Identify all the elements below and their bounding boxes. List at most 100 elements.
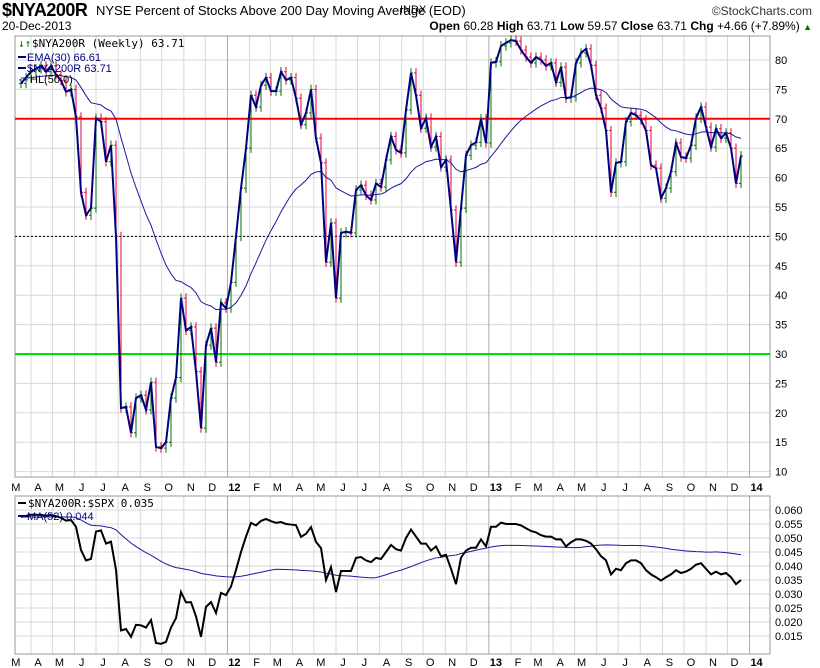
legend-ma-swatch <box>18 515 26 517</box>
x-tick-label: S <box>144 657 151 668</box>
y-tick-label: 15 <box>775 437 787 449</box>
price-line <box>20 38 742 450</box>
ratio-x-ticks: M A M J J A S O N D 12 F M A M J J A S O N D 13 F M A M J J A S O N D 14 <box>11 657 763 668</box>
x-tick-label: O <box>426 482 435 494</box>
x-tick-label: S <box>405 482 412 494</box>
x-tick-label: D <box>470 657 478 668</box>
legend-price: $NYA200R (Weekly) 63.71 <box>32 37 184 50</box>
x-tick-label: A <box>34 657 42 668</box>
x-tick-label: N <box>709 657 717 668</box>
x-tick-label: O <box>164 482 173 494</box>
x-tick-label: D <box>208 657 216 668</box>
x-tick-label: N <box>187 657 195 668</box>
x-tick-label: D <box>730 657 738 668</box>
x-tick-label: M <box>533 482 542 494</box>
x-tick-label: D <box>470 482 478 494</box>
x-tick-label: S <box>666 657 673 668</box>
x-tick-label: D <box>730 482 738 494</box>
x-tick-label: S <box>405 657 412 668</box>
x-tick-label: M <box>316 482 325 494</box>
x-tick-label: M <box>11 482 20 494</box>
x-tick-label: M <box>55 657 64 668</box>
x-tick-label: 13 <box>490 482 502 494</box>
x-tick-label: N <box>448 657 456 668</box>
y-tick-label: 0.055 <box>775 519 803 531</box>
y-tick-label: 30 <box>775 349 787 361</box>
x-tick-label: A <box>644 482 652 494</box>
x-tick-label: J <box>601 482 607 494</box>
x-tick-label: N <box>187 482 195 494</box>
x-tick-label: J <box>601 657 607 668</box>
main-grid <box>15 36 770 477</box>
x-tick-label: O <box>164 657 173 668</box>
x-tick-label: J <box>100 657 106 668</box>
x-tick-label: N <box>448 482 456 494</box>
y-tick-label: 0.045 <box>775 547 803 559</box>
x-tick-label: D <box>208 482 216 494</box>
x-tick-label: M <box>577 657 586 668</box>
x-tick-label: F <box>515 482 522 494</box>
x-tick-label: J <box>362 482 368 494</box>
y-tick-label: 55 <box>775 202 787 214</box>
y-tick-label: 0.020 <box>775 617 803 629</box>
y-tick-label: 0.030 <box>775 589 803 601</box>
main-y-ticks: 10 15 20 25 30 35 40 45 50 55 60 65 70 75 80 <box>775 55 787 479</box>
x-tick-label: A <box>296 657 304 668</box>
y-tick-label: 75 <box>775 84 787 96</box>
ratio-y-ticks: 0.015 0.020 0.025 0.030 0.035 0.040 0.045 0.050… <box>775 505 803 643</box>
y-tick-label: 35 <box>775 320 787 332</box>
x-tick-label: A <box>383 657 391 668</box>
x-tick-label: J <box>340 657 346 668</box>
y-tick-label: 20 <box>775 408 787 420</box>
x-tick-label: M <box>11 657 20 668</box>
x-tick-label: 14 <box>750 657 763 668</box>
x-tick-label: F <box>515 657 522 668</box>
legend-hl-icon: ··· <box>18 74 29 86</box>
y-tick-label: 70 <box>775 114 787 126</box>
y-tick-label: 0.060 <box>775 505 803 517</box>
x-tick-label: M <box>273 657 282 668</box>
legend-ratio: $NYA200R:$SPX 0.035 <box>28 497 154 510</box>
x-tick-label: 14 <box>750 482 763 494</box>
bar-legend-icon: ↓↑ <box>18 37 31 50</box>
x-tick-label: J <box>79 482 85 494</box>
x-tick-label: J <box>362 657 368 668</box>
x-tick-label: F <box>253 482 260 494</box>
main-x-ticks: M A M J J A S O N D 12 F M A M J J A S O N D 13 F M A M J J A S O N D 14 <box>11 482 763 494</box>
legend-ratio-swatch <box>18 502 26 504</box>
x-tick-label: O <box>687 657 696 668</box>
legend-hl: HL(50.0) <box>30 74 73 86</box>
x-tick-label: F <box>253 657 260 668</box>
x-tick-label: J <box>79 657 85 668</box>
x-tick-label: S <box>666 482 673 494</box>
x-tick-label: 13 <box>490 657 502 668</box>
x-tick-label: A <box>121 657 129 668</box>
ratio-grid <box>15 496 770 654</box>
y-tick-label: 60 <box>775 173 787 185</box>
x-tick-label: N <box>709 482 717 494</box>
chart-canvas: 10 15 20 25 30 35 40 45 50 55 60 65 70 75 80 0.015 0.02… <box>11 35 803 668</box>
x-tick-label: J <box>622 482 628 494</box>
x-tick-label: A <box>383 482 391 494</box>
y-tick-label: 25 <box>775 378 787 390</box>
ratio-panel-frame <box>14 495 771 655</box>
y-tick-label: 0.040 <box>775 561 803 573</box>
ratio-line <box>20 513 742 645</box>
y-tick-label: 45 <box>775 261 787 273</box>
ema30-line <box>20 74 742 311</box>
x-tick-label: M <box>533 657 542 668</box>
main-legend: ↓↑ $NYA200R (Weekly) 63.71 EMA(30) 66.61… <box>18 37 184 86</box>
price-bars <box>19 35 743 453</box>
y-tick-label: 10 <box>775 467 787 479</box>
x-tick-label: O <box>426 657 435 668</box>
x-tick-label: J <box>622 657 628 668</box>
x-tick-label: 12 <box>228 657 240 668</box>
x-tick-label: A <box>556 657 564 668</box>
legend-ema-swatch <box>18 56 26 58</box>
x-tick-label: M <box>577 482 586 494</box>
legend-ma: MA(52) 0.044 <box>27 511 94 523</box>
x-tick-label: O <box>687 482 696 494</box>
x-tick-label: M <box>55 482 64 494</box>
ma52-line <box>21 516 742 579</box>
y-tick-label: 65 <box>775 143 787 155</box>
